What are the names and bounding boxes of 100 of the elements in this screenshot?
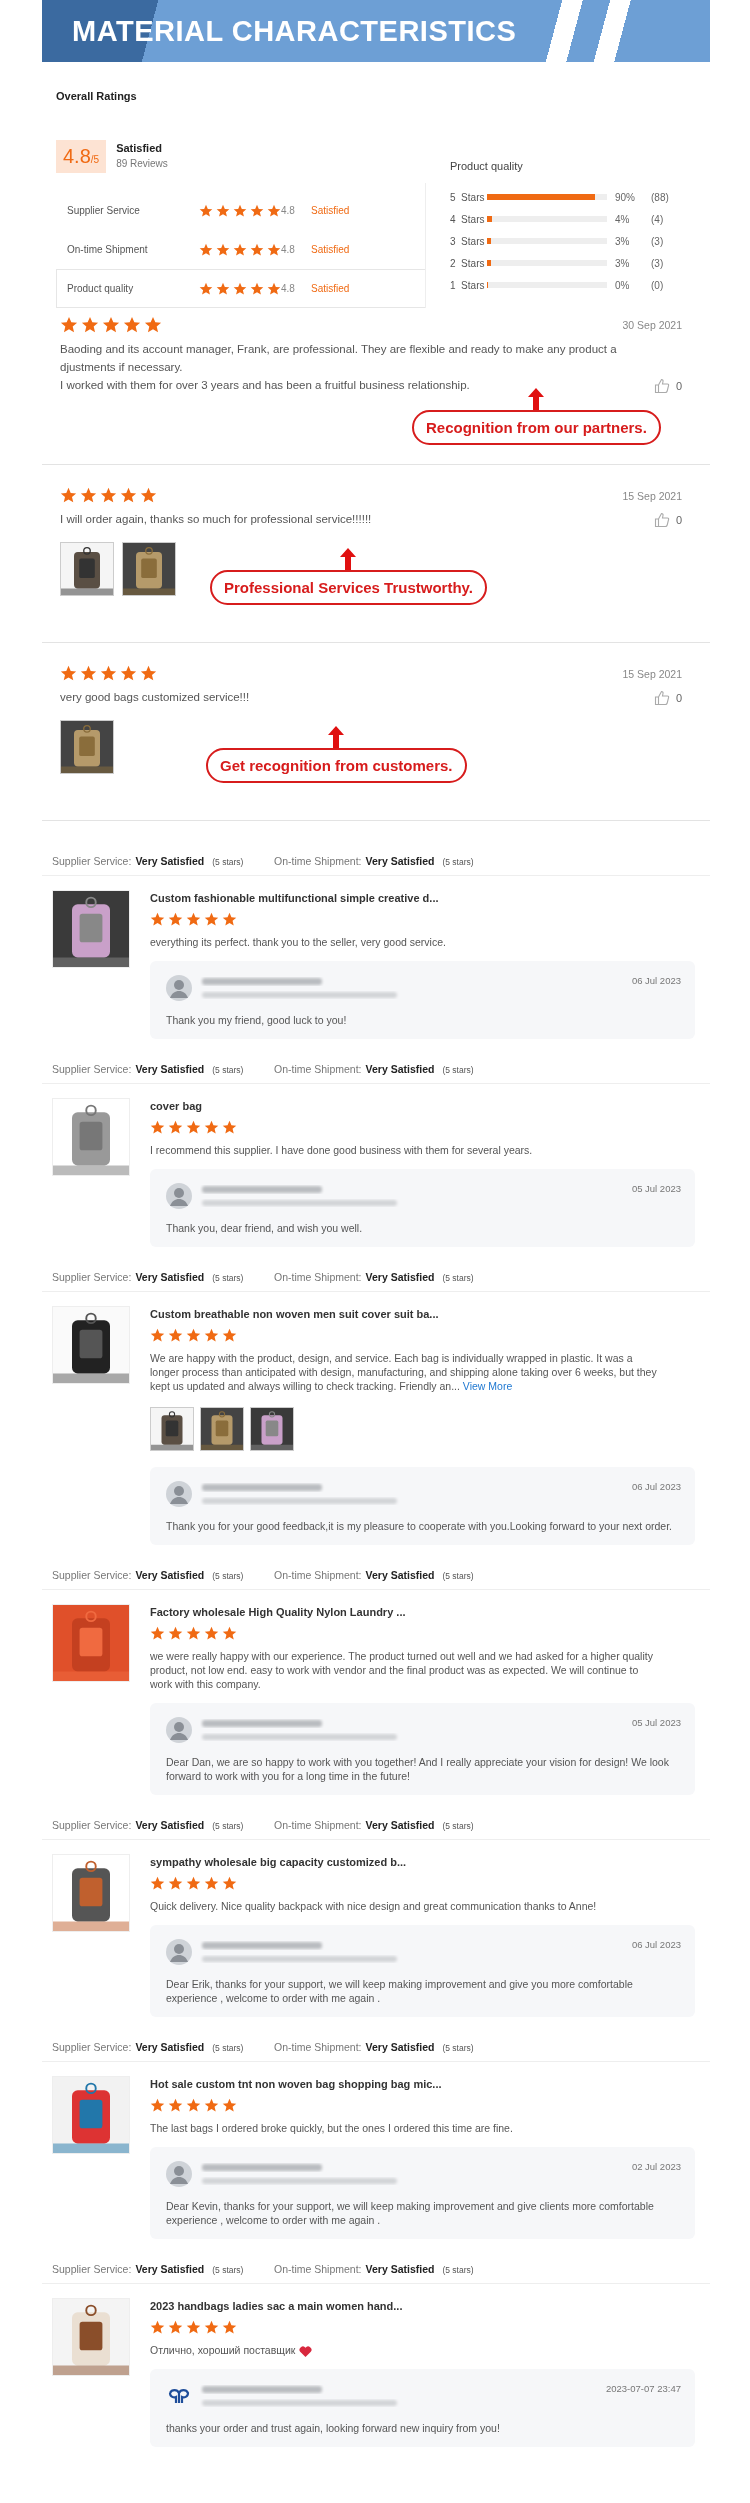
rating-value: Very Satisfied [365, 1569, 435, 1581]
rating-label: On-time Shipment: [274, 855, 362, 867]
star-level-label: 3 Stars [450, 235, 486, 247]
count: (4) [651, 213, 665, 225]
rating-label: On-time Shipment: [274, 1271, 362, 1283]
avatar-icon [166, 975, 192, 1001]
avatar-icon [166, 1183, 192, 1209]
star-icon [186, 1120, 201, 1135]
rating-stars-text: (5 stars) [442, 1065, 474, 1075]
star-icon [150, 912, 165, 927]
rating-label: Supplier Service: [52, 1063, 132, 1075]
star-icon [168, 2320, 183, 2335]
rating-label: On-time Shipment: [274, 1569, 362, 1581]
rating-value: Very Satisfied [135, 1569, 205, 1581]
rating-label: On-time Shipment: [274, 1819, 362, 1831]
section-heading: Overall Ratings [56, 90, 138, 102]
star-icon [204, 1876, 219, 1891]
rating-label: On-time Shipment: [274, 2041, 362, 2053]
category-label: On-time Shipment [67, 244, 149, 255]
product-title[interactable]: sympathy wholesale big capacity customized b... [150, 1854, 700, 1868]
percent: 3% [615, 257, 631, 269]
rating-value: Very Satisfied [135, 1063, 205, 1075]
avatar-icon [166, 1481, 192, 1507]
category-verdict: Satisfied [311, 283, 351, 294]
star-icon [222, 912, 237, 927]
product-title[interactable]: 2023 handbags ladies sac a main women hand... [150, 2298, 700, 2312]
star-icon [216, 242, 230, 257]
star-icon [204, 1328, 219, 1343]
category-score: 4.8 [281, 244, 296, 255]
star-icon [204, 1626, 219, 1641]
star-icon [233, 242, 247, 257]
banner-title: MATERIAL CHARACTERISTICS [72, 14, 517, 48]
star-icon [168, 1328, 183, 1343]
star-icon [204, 2320, 219, 2335]
star-icon [216, 203, 230, 218]
verdict: Satisfied [116, 142, 163, 154]
star-icon [186, 912, 201, 927]
star-icon [144, 316, 162, 334]
breakdown-title: Product quality [450, 160, 524, 172]
callout: Professional Services Trustworthy. [210, 570, 487, 605]
star-icon [168, 1120, 183, 1135]
star-icon [250, 203, 264, 218]
review-date: 15 Sep 2021 [622, 489, 682, 502]
reply-text: Thank you my friend, good luck to you! [166, 1013, 348, 1027]
percent: 90% [615, 191, 636, 203]
reply-date: 06 Jul 2023 [631, 1481, 681, 1492]
star-icon [199, 281, 213, 296]
reply-text: Thank you, dear friend, and wish you well. [166, 1221, 364, 1235]
rating-label: On-time Shipment: [274, 1063, 362, 1075]
reply-text: Thank you for your good feedback,it is my pleasure to cooperate with you.Looking forward to your next order. [166, 1519, 674, 1533]
star-icon [222, 1328, 237, 1343]
category-label: Supplier Service [67, 205, 141, 216]
star-icon [150, 2320, 165, 2335]
category-score: 4.8 [281, 283, 296, 294]
rating-category[interactable]: On-time Shipment 4.8 Satisfied [56, 230, 425, 269]
product-title[interactable]: Hot sale custom tnt non woven bag shopping bag mic... [150, 2076, 700, 2090]
category-label: Product quality [67, 283, 135, 294]
product-title[interactable]: cover bag [150, 1098, 700, 1112]
like-count: 0 [675, 380, 682, 392]
star-icon [80, 487, 97, 504]
star-icon [150, 1626, 165, 1641]
star-icon [150, 1328, 165, 1343]
rating-stars-text: (5 stars) [442, 1273, 474, 1283]
rating-value: Very Satisfied [135, 2041, 205, 2053]
reply-date: 06 Jul 2023 [631, 1939, 681, 1950]
rating-category[interactable]: Product quality 4.8 Satisfied [56, 269, 425, 308]
star-icon [267, 242, 281, 257]
product-title[interactable]: Custom fashionable multifunctional simple creative d... [150, 890, 700, 904]
category-verdict: Satisfied [311, 205, 351, 216]
thumbs-up-icon[interactable] [653, 378, 670, 394]
star-level-label: 4 Stars [450, 213, 486, 225]
view-more-link[interactable]: View More [462, 1380, 513, 1392]
star-icon [216, 281, 230, 296]
star-icon [204, 912, 219, 927]
count: (3) [651, 235, 665, 247]
arrow-icon [340, 548, 357, 570]
reply-date: 05 Jul 2023 [631, 1717, 681, 1728]
star-icon [120, 487, 137, 504]
avatar-icon [166, 1717, 192, 1743]
star-icon [102, 316, 120, 334]
rating-label: On-time Shipment: [274, 2263, 362, 2275]
like-count: 0 [675, 692, 682, 704]
callout: Recognition from our partners. [412, 410, 661, 445]
thumbs-up-icon[interactable] [653, 512, 670, 528]
product-title[interactable]: Custom breathable non woven men suit cover suit ba... [150, 1306, 700, 1320]
star-icon [150, 1876, 165, 1891]
reply-text: Dear Dan, we are so happy to work with you together! And I really appreciate your vision for design! We look forward to work with you for a long time in the future! [166, 1755, 670, 1783]
rating-value: Very Satisfied [365, 2263, 435, 2275]
rating-category[interactable]: Supplier Service 4.8 Satisfied [56, 191, 425, 230]
star-icon [150, 2098, 165, 2113]
rating-value: Very Satisfied [365, 1271, 435, 1283]
reply-date: 06 Jul 2023 [631, 975, 681, 986]
star-icon [168, 1876, 183, 1891]
rating-value: Very Satisfied [365, 2041, 435, 2053]
product-title[interactable]: Factory wholesale High Quality Nylon Laundry ... [150, 1604, 700, 1618]
score-badge: 4.8/5 [56, 140, 107, 173]
star-icon [120, 665, 137, 682]
review-text: Quick delivery. Nice quality backpack with nice design and great communication thanks to Anne! [150, 1899, 598, 1913]
thumbs-up-icon[interactable] [653, 690, 670, 706]
rating-value: Very Satisfied [365, 1819, 435, 1831]
